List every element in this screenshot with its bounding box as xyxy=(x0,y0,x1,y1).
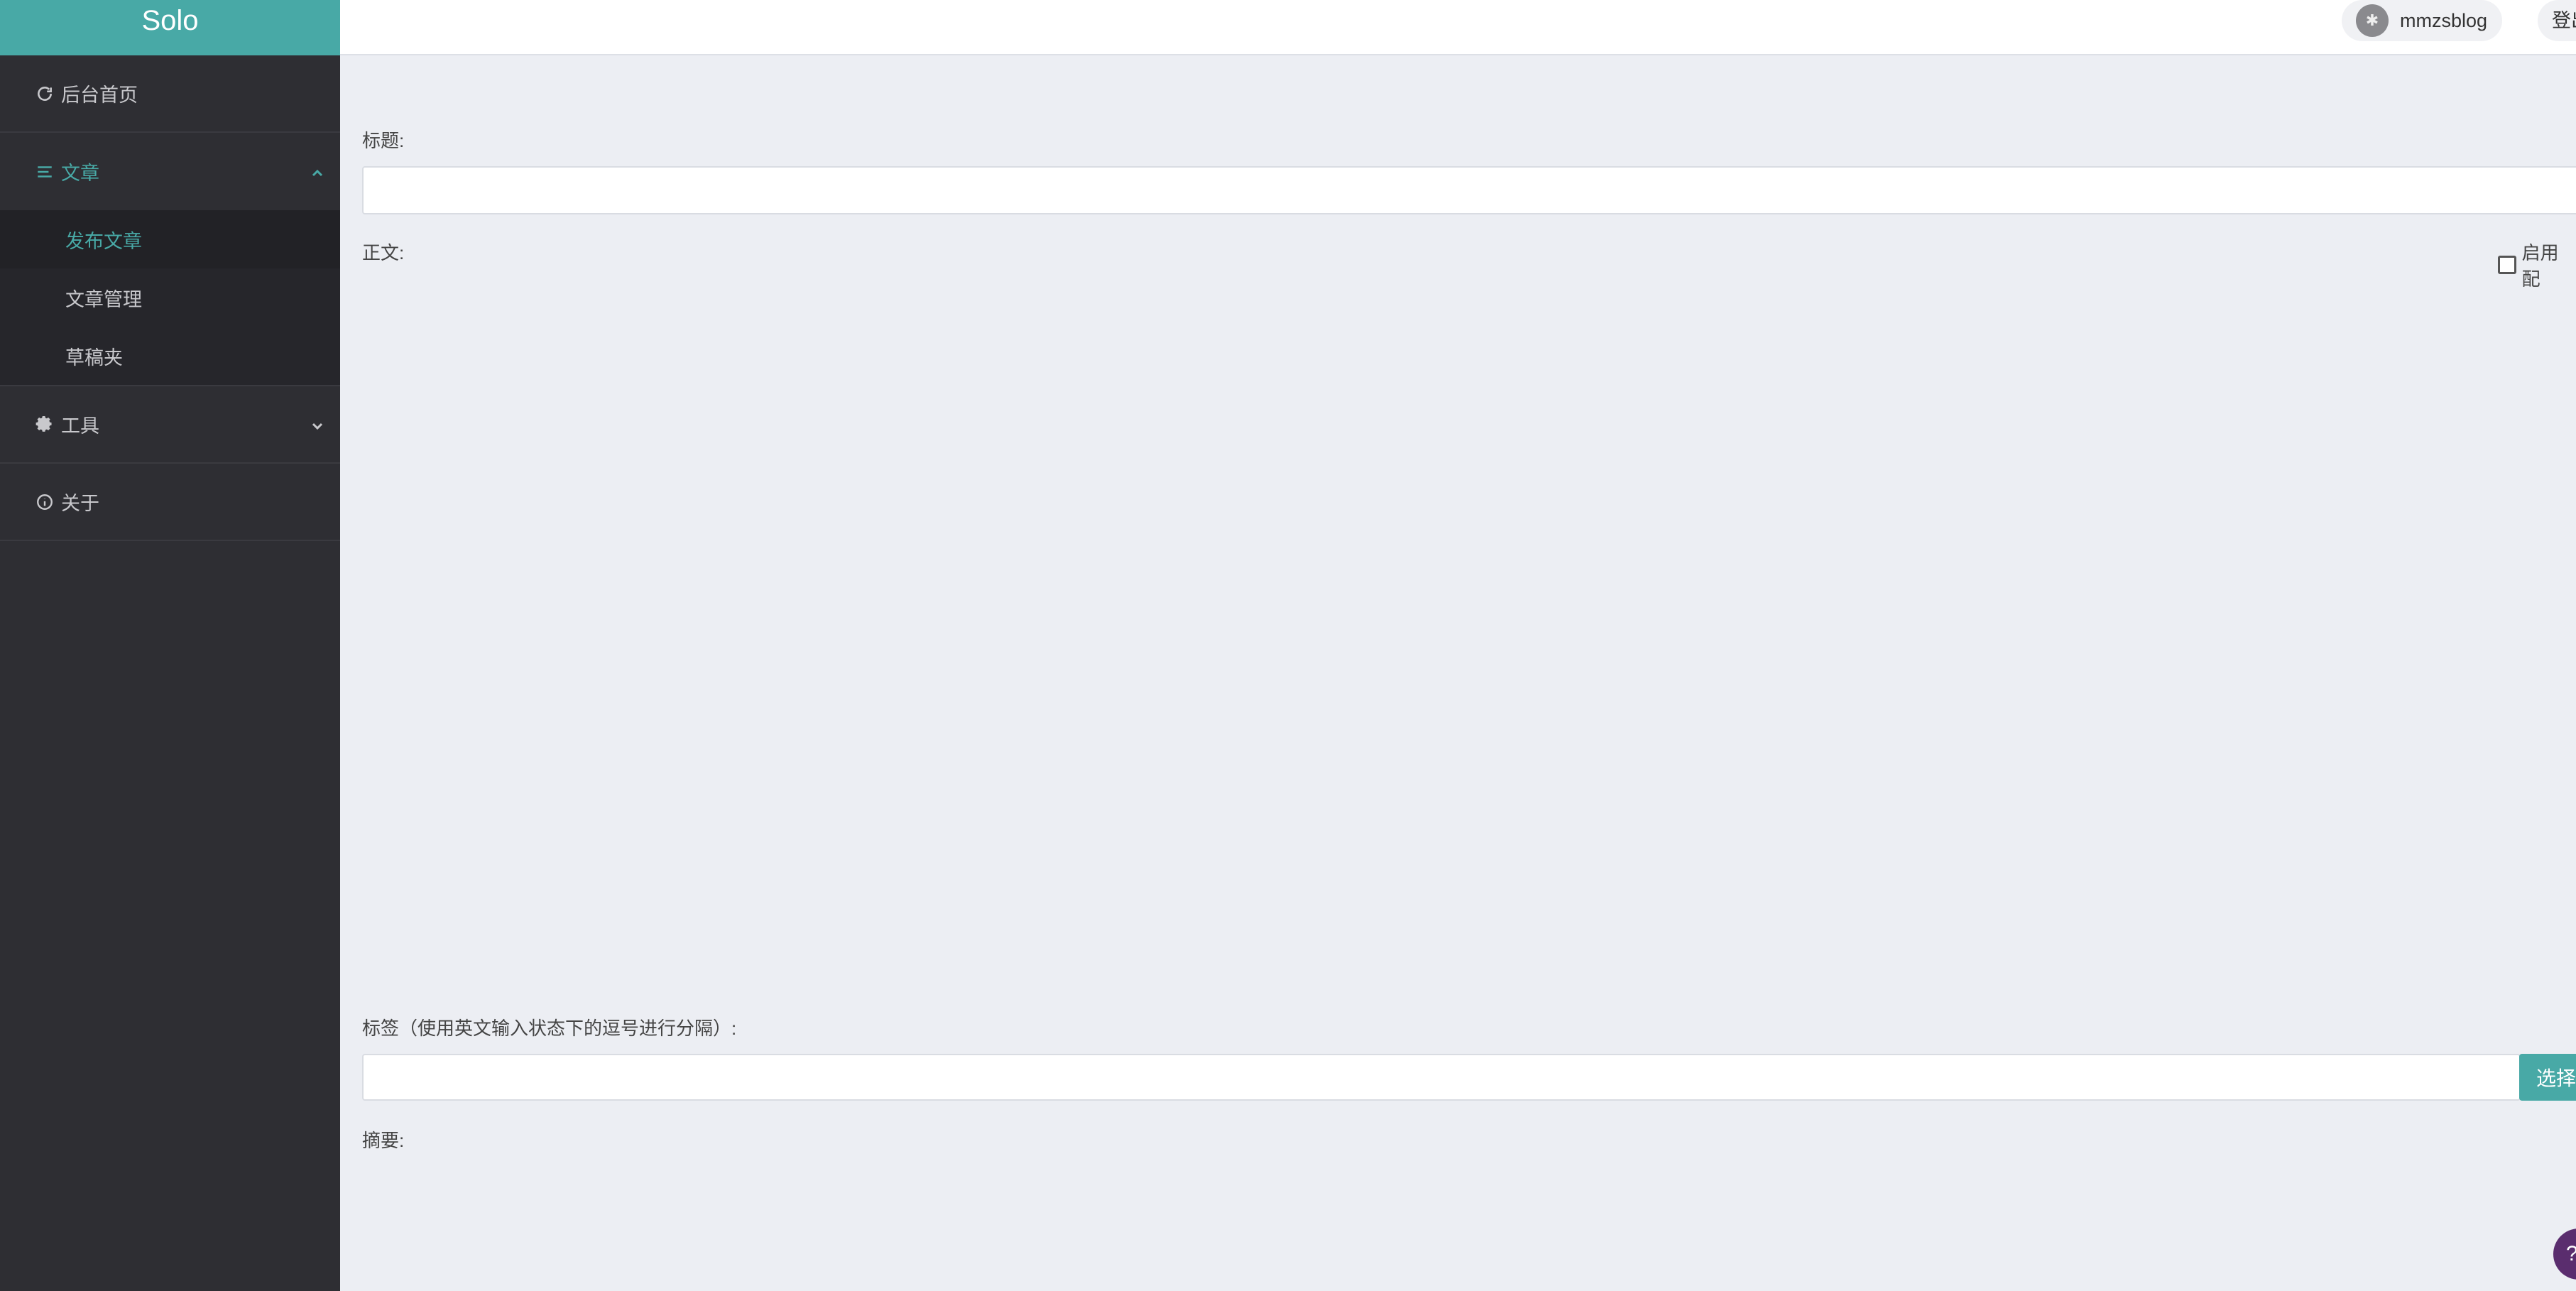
brand-logo[interactable]: Solo xyxy=(0,0,340,55)
sidebar-item-tools[interactable]: 工具 xyxy=(0,386,340,464)
help-icon: ? xyxy=(2566,1242,2576,1266)
tags-input[interactable] xyxy=(362,1054,2521,1101)
sidebar-item-label: 文章 xyxy=(61,163,99,184)
list-icon xyxy=(36,163,54,181)
title-input[interactable] xyxy=(362,166,2576,214)
sidebar-item-publish[interactable]: 发布文章 xyxy=(0,210,340,268)
sidebar-item-about[interactable]: 关于 xyxy=(0,464,340,541)
abstract-label: 摘要: xyxy=(362,1130,405,1151)
select-tags-button[interactable]: 选择 xyxy=(2519,1054,2576,1101)
content-label: 正文: xyxy=(362,242,405,263)
sidebar-item-label: 关于 xyxy=(61,493,99,514)
articles-submenu: 发布文章 文章管理 草稿夹 xyxy=(0,210,340,386)
sidebar: Solo 后台首页 文章 发布文章 文章管理 草稿夹 工具 关于 xyxy=(0,0,340,1291)
gear-icon xyxy=(36,415,54,434)
title-label: 标题: xyxy=(362,130,405,151)
user-menu[interactable]: ✱ mmzsblog xyxy=(2342,0,2502,41)
content-editor[interactable] xyxy=(362,270,2576,980)
chevron-down-icon xyxy=(310,416,324,430)
tags-label: 标签（使用英文输入状态下的逗号进行分隔）: xyxy=(362,1018,737,1039)
sidebar-item-label: 工具 xyxy=(61,415,99,437)
sidebar-item-drafts[interactable]: 草稿夹 xyxy=(0,327,340,385)
avatar: ✱ xyxy=(2356,4,2389,37)
refresh-icon xyxy=(36,85,54,103)
chevron-up-icon xyxy=(310,163,324,178)
logout-button[interactable]: 登出 xyxy=(2538,0,2576,41)
sidebar-item-manage[interactable]: 文章管理 xyxy=(0,268,340,327)
floating-help-button[interactable]: ? xyxy=(2553,1229,2576,1280)
sidebar-item-label: 后台首页 xyxy=(61,85,138,106)
top-header: ✱ mmzsblog 登出 xyxy=(340,0,2576,55)
username: mmzsblog xyxy=(2400,9,2488,31)
sidebar-item-home[interactable]: 后台首页 xyxy=(0,55,340,133)
info-icon xyxy=(36,493,54,511)
sidebar-item-articles[interactable]: 文章 xyxy=(0,133,340,210)
